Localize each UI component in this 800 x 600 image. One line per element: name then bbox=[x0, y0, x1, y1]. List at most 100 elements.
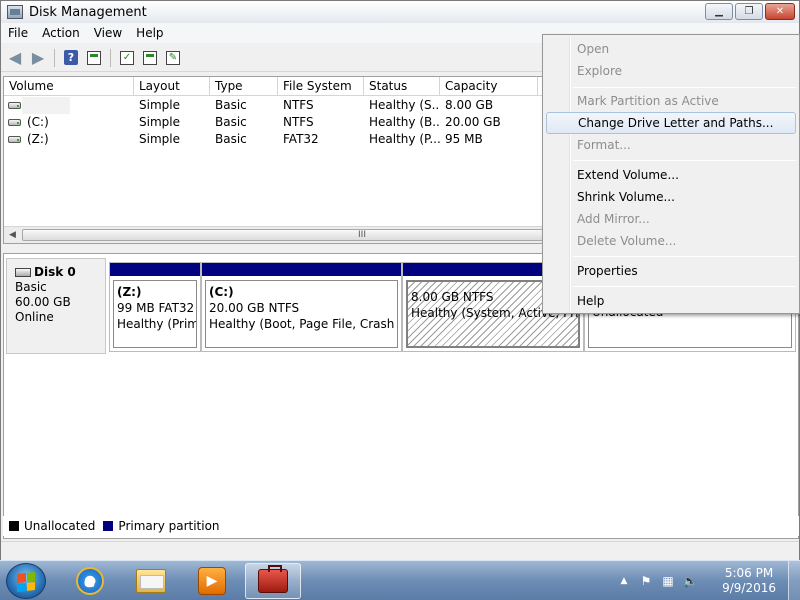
windows-explorer-icon bbox=[136, 569, 166, 593]
legend-swatch-primary bbox=[103, 521, 114, 531]
back-arrow-icon: ◀ bbox=[8, 48, 22, 67]
minimize-button[interactable]: ▁ bbox=[705, 3, 733, 20]
menu-item-properties[interactable]: Properties bbox=[546, 260, 796, 282]
view-button[interactable] bbox=[84, 48, 104, 68]
disk-management-app-icon[interactable] bbox=[7, 5, 23, 19]
title-bar[interactable]: Disk Management ▁ ❐ ✕ bbox=[1, 1, 799, 23]
menu-separator bbox=[573, 256, 796, 257]
internet-explorer-icon: e bbox=[76, 567, 104, 595]
partition-details: (C:) 20.00 GB NTFS Healthy (Boot, Page F… bbox=[205, 280, 398, 348]
drive-icon bbox=[8, 119, 21, 126]
menu-item-shrink-volume[interactable]: Shrink Volume... bbox=[546, 186, 796, 208]
column-header-layout[interactable]: Layout bbox=[134, 77, 210, 96]
console-tree-button[interactable]: ? bbox=[61, 48, 81, 68]
action-center-icon[interactable]: ⚑ bbox=[638, 573, 654, 589]
taskbar-internet-explorer[interactable]: e bbox=[62, 563, 118, 599]
menu-item-change-drive-letter[interactable]: Change Drive Letter and Paths... bbox=[546, 112, 796, 134]
clock-date: 9/9/2016 bbox=[722, 581, 776, 595]
disk-name-row: Disk 0 bbox=[15, 265, 105, 280]
cell-file-system: NTFS bbox=[283, 98, 314, 112]
disk-type: Basic bbox=[15, 280, 47, 294]
cell-layout: Simple bbox=[139, 115, 180, 129]
cell-capacity: 95 MB bbox=[445, 132, 483, 146]
menu-item-add-mirror[interactable]: Add Mirror... bbox=[546, 208, 796, 230]
legend-label-unallocated: Unallocated bbox=[24, 519, 96, 533]
scroll-left-button[interactable]: ◀ bbox=[4, 227, 21, 243]
cell-status: Healthy (B... bbox=[369, 115, 440, 129]
cell-type: Basic bbox=[215, 115, 247, 129]
forward-button[interactable]: ▶ bbox=[28, 48, 48, 68]
menu-item-open[interactable]: Open bbox=[546, 38, 796, 60]
cell-volume: (Z:) bbox=[27, 132, 49, 146]
menu-item-explore[interactable]: Explore bbox=[546, 60, 796, 82]
clock-time: 5:06 PM bbox=[724, 566, 774, 580]
menu-item-delete-volume[interactable]: Delete Volume... bbox=[546, 230, 796, 252]
properties-icon bbox=[143, 50, 157, 65]
show-desktop-button[interactable] bbox=[788, 561, 800, 600]
start-button[interactable] bbox=[6, 563, 46, 599]
menu-separator bbox=[573, 87, 796, 88]
network-icon[interactable]: ▦ bbox=[660, 573, 676, 589]
drive-icon bbox=[8, 102, 21, 109]
menu-separator bbox=[573, 160, 796, 161]
column-header-status[interactable]: Status bbox=[364, 77, 440, 96]
media-player-icon: ▶ bbox=[198, 567, 226, 595]
back-button[interactable]: ◀ bbox=[5, 48, 25, 68]
disk-0-label[interactable]: Disk 0 Basic 60.00 GB Online bbox=[6, 258, 106, 354]
menu-help[interactable]: Help bbox=[129, 26, 170, 40]
column-header-volume[interactable]: Volume bbox=[4, 77, 134, 96]
toolbar-separator bbox=[110, 48, 111, 67]
maximize-button[interactable]: ❐ bbox=[735, 3, 763, 20]
settings-button[interactable]: ✎ bbox=[163, 48, 183, 68]
menu-item-extend-volume[interactable]: Extend Volume... bbox=[546, 164, 796, 186]
taskbar-computer-management[interactable] bbox=[245, 563, 301, 599]
cell-capacity: 20.00 GB bbox=[445, 115, 501, 129]
close-button[interactable]: ✕ bbox=[765, 3, 795, 20]
partition-bar bbox=[202, 263, 401, 276]
drive-icon bbox=[8, 136, 21, 143]
legend-swatch-unallocated bbox=[9, 521, 19, 531]
clock[interactable]: 5:06 PM 9/9/2016 bbox=[722, 566, 776, 596]
disk-name: Disk 0 bbox=[34, 265, 76, 279]
cell-volume: (C:) bbox=[27, 115, 49, 129]
partition-status: Healthy (Boot, Page File, Crash Dump, Pr… bbox=[209, 317, 397, 331]
show-hidden-icons-icon[interactable]: ▲ bbox=[616, 573, 632, 589]
partition-z[interactable]: (Z:) 99 MB FAT32 Healthy (Primary Partit… bbox=[109, 262, 201, 352]
legend: Unallocated Primary partition bbox=[3, 516, 799, 536]
volume-icon[interactable]: 🔈 bbox=[682, 573, 698, 589]
disk-size: 60.00 GB bbox=[15, 295, 71, 309]
menu-view[interactable]: View bbox=[87, 26, 129, 40]
taskbar-media-player[interactable]: ▶ bbox=[184, 563, 240, 599]
column-header-file-system[interactable]: File System bbox=[278, 77, 364, 96]
windows-logo-icon bbox=[17, 572, 35, 592]
window-controls: ▁ ❐ ✕ bbox=[705, 3, 795, 20]
cell-status: Healthy (P... bbox=[369, 132, 440, 146]
taskbar-windows-explorer[interactable] bbox=[123, 563, 179, 599]
partition-details: (Z:) 99 MB FAT32 Healthy (Primary Partit… bbox=[113, 280, 197, 348]
settings-icon: ✎ bbox=[166, 50, 180, 65]
context-menu: Open Explore Mark Partition as Active Ch… bbox=[542, 34, 800, 314]
toolbar-separator bbox=[54, 48, 55, 67]
cell-capacity: 8.00 GB bbox=[445, 98, 494, 112]
cell-layout: Simple bbox=[139, 98, 180, 112]
legend-label-primary: Primary partition bbox=[118, 519, 220, 533]
cell-file-system: FAT32 bbox=[283, 132, 319, 146]
menu-file[interactable]: File bbox=[1, 26, 35, 40]
partition-c[interactable]: (C:) 20.00 GB NTFS Healthy (Boot, Page F… bbox=[201, 262, 402, 352]
disk-state: Online bbox=[15, 310, 54, 324]
help-icon: ? bbox=[64, 50, 78, 65]
partition-size: 20.00 GB NTFS bbox=[209, 301, 300, 315]
column-header-capacity[interactable]: Capacity bbox=[440, 77, 538, 96]
cell-type: Basic bbox=[215, 98, 247, 112]
menu-action[interactable]: Action bbox=[35, 26, 87, 40]
cell-status: Healthy (S... bbox=[369, 98, 440, 112]
menu-item-help[interactable]: Help bbox=[546, 290, 796, 312]
forward-arrow-icon: ▶ bbox=[31, 48, 45, 67]
status-bar bbox=[1, 541, 799, 560]
refresh-button[interactable]: ✓ bbox=[117, 48, 137, 68]
column-header-type[interactable]: Type bbox=[210, 77, 278, 96]
cell-layout: Simple bbox=[139, 132, 180, 146]
menu-item-mark-active[interactable]: Mark Partition as Active bbox=[546, 90, 796, 112]
properties-button[interactable] bbox=[140, 48, 160, 68]
menu-item-format[interactable]: Format... bbox=[546, 134, 796, 156]
